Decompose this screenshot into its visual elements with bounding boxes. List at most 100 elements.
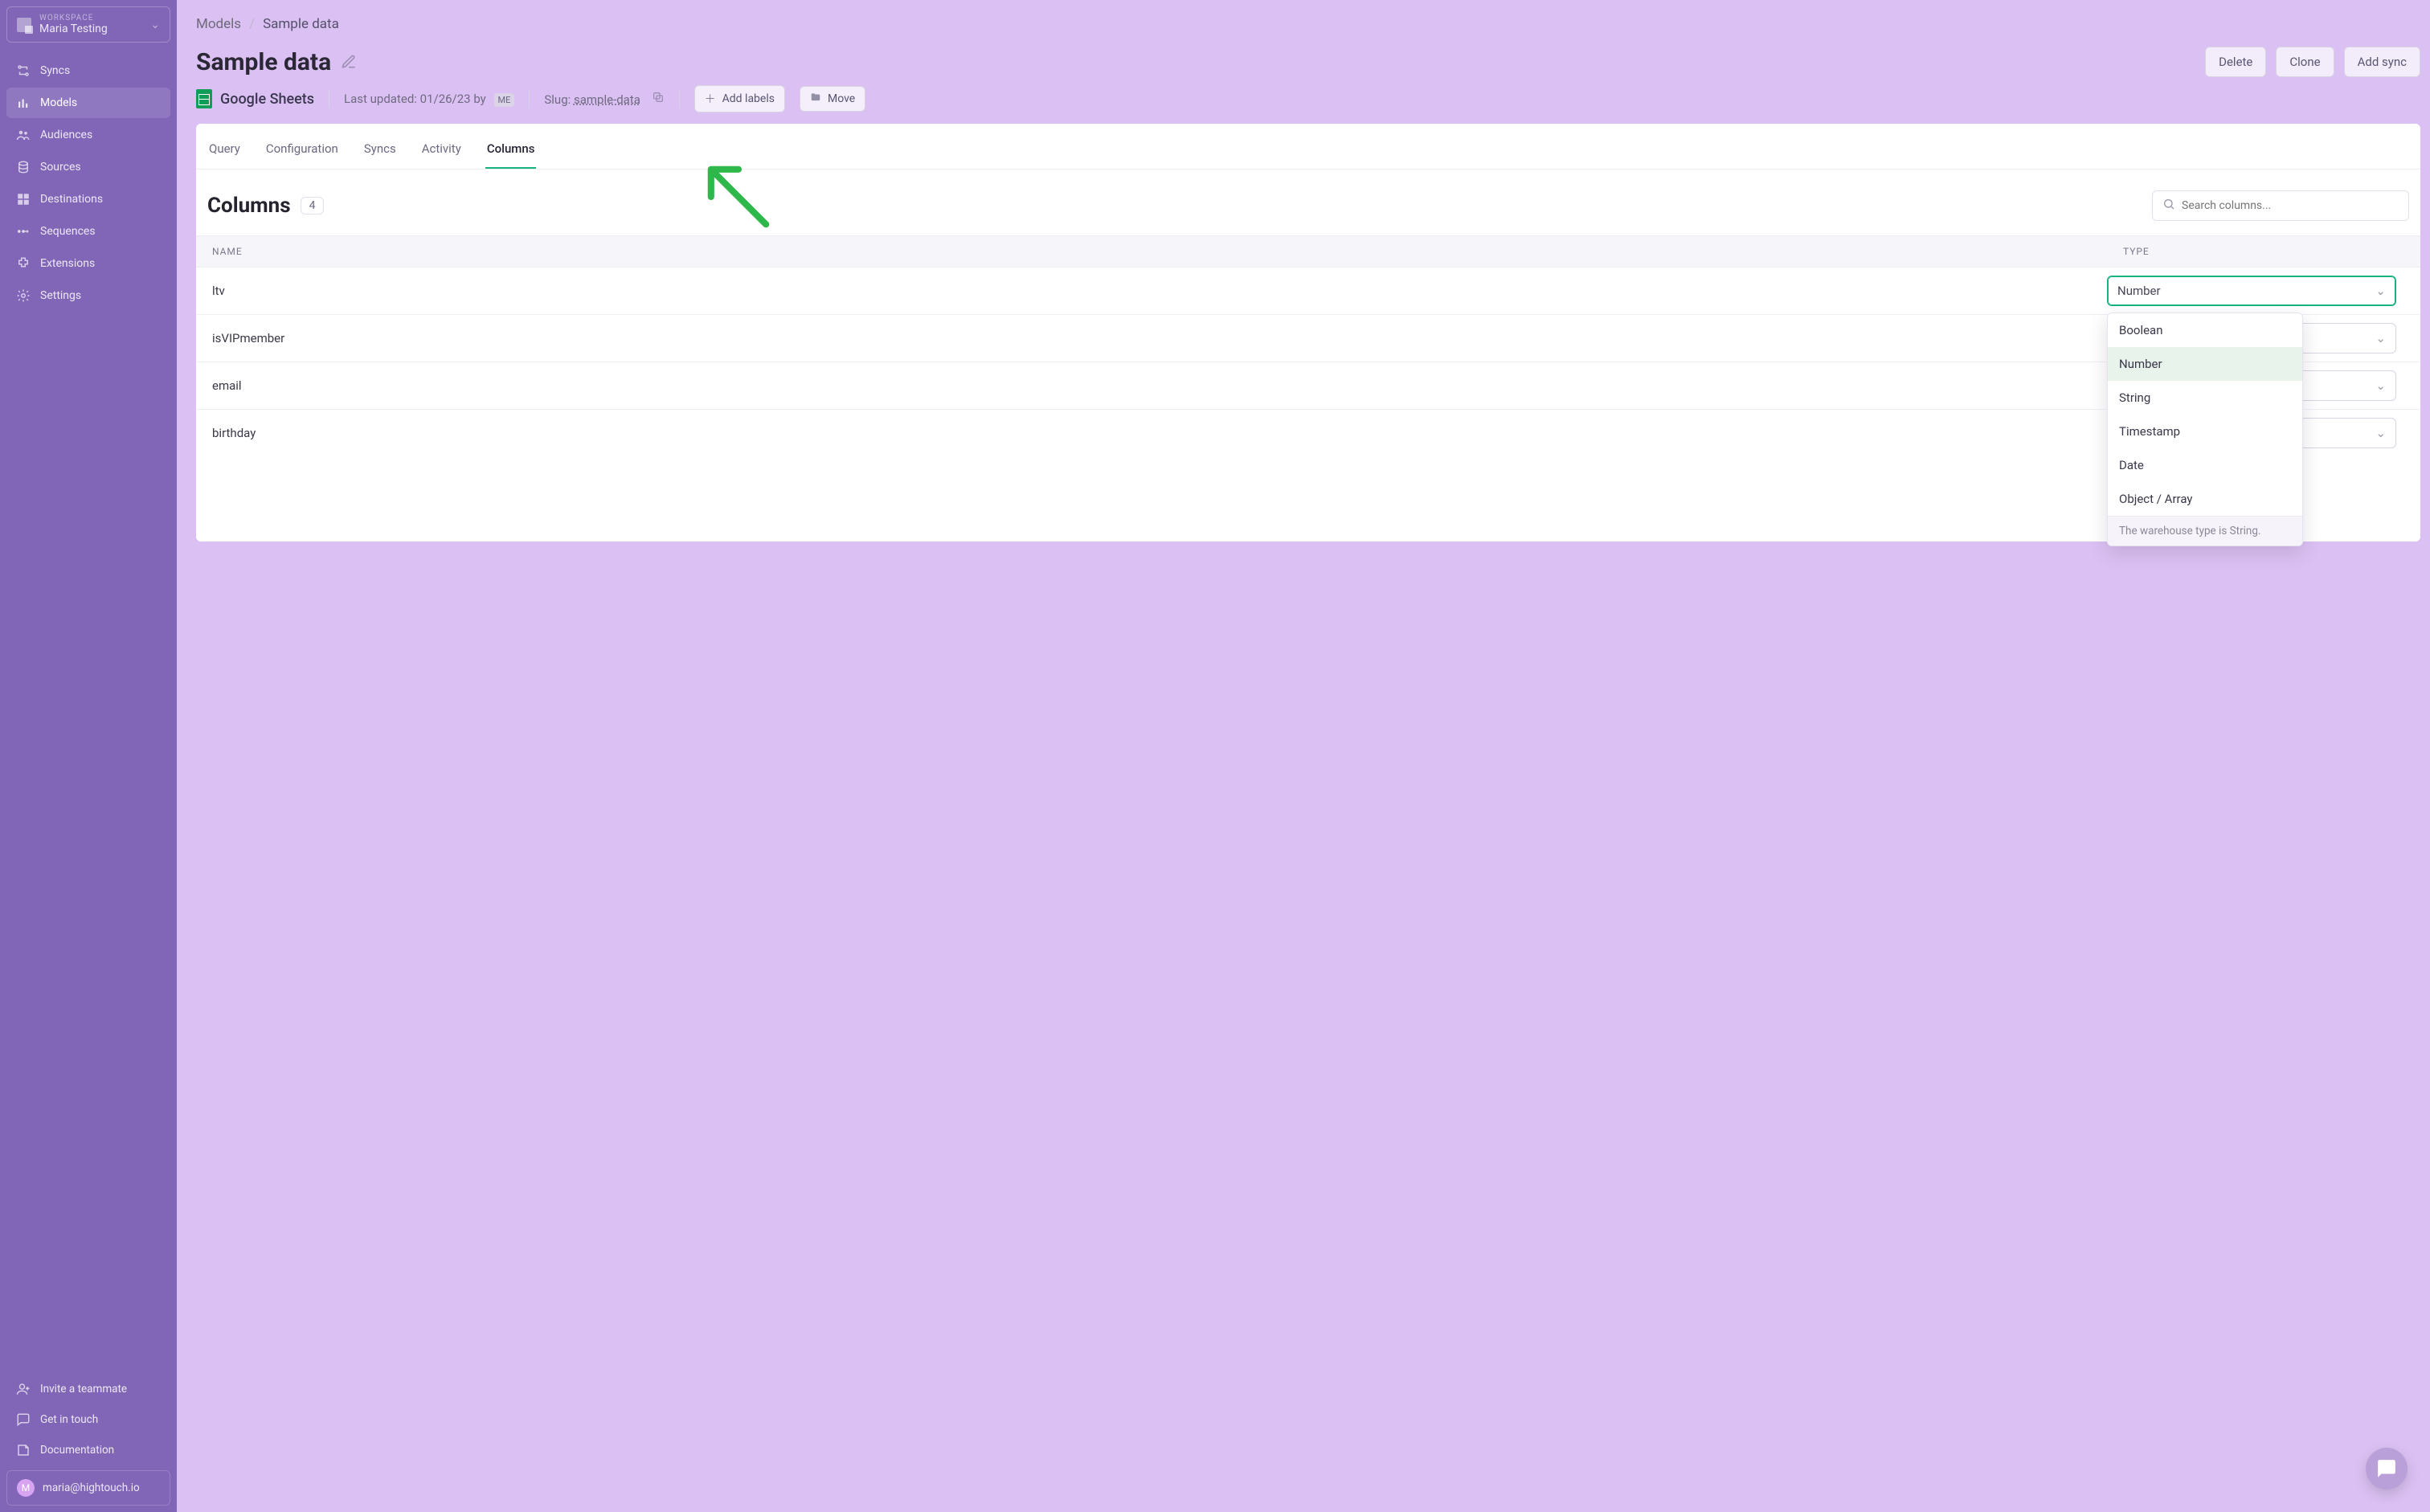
sidebar-documentation[interactable]: Documentation xyxy=(6,1435,170,1465)
sidebar-item-extensions[interactable]: Extensions xyxy=(6,248,170,279)
sidebar-item-models[interactable]: Models xyxy=(6,88,170,118)
sidebar-item-destinations[interactable]: Destinations xyxy=(6,184,170,215)
sidebar-item-settings[interactable]: Settings xyxy=(6,280,170,311)
copy-icon[interactable] xyxy=(652,92,665,107)
help-chat-button[interactable] xyxy=(2366,1448,2408,1490)
table-row: isVIPmember ⌄ xyxy=(196,315,2420,362)
column-name: ltv xyxy=(196,271,2107,311)
move-button[interactable]: Move xyxy=(800,86,865,112)
sidebar-item-label: Syncs xyxy=(40,64,70,77)
sidebar-item-label: Extensions xyxy=(40,257,95,270)
sidebar-item-label: Sequences xyxy=(40,225,96,238)
invite-icon xyxy=(16,1382,31,1396)
type-dropdown-footer: The warehouse type is String. xyxy=(2108,516,2302,546)
sources-icon xyxy=(16,160,31,174)
chat-icon xyxy=(16,1412,31,1427)
columns-search-input[interactable] xyxy=(2182,199,2399,212)
last-updated-prefix: Last updated: xyxy=(344,92,420,106)
page-title: Sample data xyxy=(196,48,331,76)
chevron-down-icon: ⌄ xyxy=(2375,378,2386,393)
destinations-icon xyxy=(16,192,31,206)
model-source[interactable]: Google Sheets xyxy=(196,89,314,108)
google-sheets-icon xyxy=(196,89,212,108)
type-option-number[interactable]: Number xyxy=(2108,347,2302,381)
main: Models / Sample data Sample data Delete … xyxy=(177,0,2430,551)
sidebar-item-label: Get in touch xyxy=(40,1413,98,1426)
type-option-string[interactable]: String xyxy=(2108,381,2302,415)
chevron-down-icon: ⌄ xyxy=(2375,331,2386,345)
workspace-name: Maria Testing xyxy=(39,22,142,35)
columns-heading: Columns xyxy=(207,194,291,218)
columns-search[interactable] xyxy=(2152,190,2409,221)
chevron-down-icon: ⌄ xyxy=(2375,284,2386,298)
workspace-icon xyxy=(17,18,31,32)
type-option-object[interactable]: Object / Array xyxy=(2108,482,2302,516)
divider xyxy=(679,90,680,108)
sidebar-item-label: Destinations xyxy=(40,193,103,206)
content-card: Query Configuration Syncs Activity Colum… xyxy=(196,124,2420,541)
tab-configuration[interactable]: Configuration xyxy=(264,135,340,169)
type-option-date[interactable]: Date xyxy=(2108,448,2302,482)
columns-table: NAME TYPE ltv Number ⌄ isVIPmember xyxy=(196,235,2420,456)
settings-icon xyxy=(16,288,31,303)
sidebar-item-sources[interactable]: Sources xyxy=(6,152,170,182)
divider xyxy=(529,90,530,108)
chevron-down-icon: ⌄ xyxy=(2375,426,2386,440)
sidebar-nav: Syncs Models Audiences Sources Destinati… xyxy=(6,55,170,311)
type-select[interactable]: Number ⌄ xyxy=(2107,276,2396,306)
move-text: Move xyxy=(828,92,855,105)
sidebar-item-label: Settings xyxy=(40,289,81,302)
breadcrumb: Models / Sample data xyxy=(196,10,2420,42)
last-updated-date: 01/26/23 xyxy=(420,92,471,106)
tabs: Query Configuration Syncs Activity Colum… xyxy=(196,124,2420,170)
sidebar-item-label: Models xyxy=(40,96,77,109)
columns-header: Columns 4 xyxy=(196,170,2420,235)
avatar: M xyxy=(17,1479,35,1497)
tab-query[interactable]: Query xyxy=(207,135,242,169)
search-icon xyxy=(2162,198,2175,214)
models-icon xyxy=(16,96,31,110)
syncs-icon xyxy=(16,63,31,78)
column-name: birthday xyxy=(196,413,2107,453)
type-option-timestamp[interactable]: Timestamp xyxy=(2108,415,2302,448)
last-updated-badge: ME xyxy=(494,93,515,107)
sidebar: WORKSPACE Maria Testing ⌄ Syncs Models A… xyxy=(0,0,177,1512)
sidebar-item-label: Sources xyxy=(40,161,81,174)
column-name: isVIPmember xyxy=(196,318,2107,358)
sidebar-item-sequences[interactable]: Sequences xyxy=(6,216,170,247)
tab-syncs[interactable]: Syncs xyxy=(362,135,398,169)
sidebar-item-audiences[interactable]: Audiences xyxy=(6,120,170,150)
type-option-boolean[interactable]: Boolean xyxy=(2108,313,2302,347)
column-name: email xyxy=(196,366,2107,406)
audiences-icon xyxy=(16,128,31,142)
sidebar-item-syncs[interactable]: Syncs xyxy=(6,55,170,86)
meta-row: Google Sheets Last updated: 01/26/23 by … xyxy=(196,85,2420,124)
chevron-down-icon: ⌄ xyxy=(150,18,160,31)
add-sync-button[interactable]: Add sync xyxy=(2344,47,2420,77)
plus-icon: ＋ xyxy=(705,91,716,107)
workspace-labels: WORKSPACE Maria Testing xyxy=(39,14,142,35)
sidebar-item-label: Invite a teammate xyxy=(40,1383,127,1396)
user-row[interactable]: M maria@hightouch.io xyxy=(6,1470,170,1506)
breadcrumb-root[interactable]: Models xyxy=(196,16,241,32)
last-updated: Last updated: 01/26/23 by ME xyxy=(344,92,514,106)
clone-button[interactable]: Clone xyxy=(2276,47,2334,77)
table-header: NAME TYPE xyxy=(196,235,2420,268)
folder-icon xyxy=(810,92,821,106)
edit-title-icon[interactable] xyxy=(341,54,357,70)
model-source-name: Google Sheets xyxy=(220,91,314,108)
sidebar-get-in-touch[interactable]: Get in touch xyxy=(6,1404,170,1435)
sidebar-item-label: Audiences xyxy=(40,129,92,141)
add-labels-button[interactable]: ＋ Add labels xyxy=(694,85,785,112)
slug-value[interactable]: sample-data xyxy=(574,92,640,107)
delete-button[interactable]: Delete xyxy=(2205,47,2266,77)
user-email: maria@hightouch.io xyxy=(43,1481,140,1494)
title-row: Sample data Delete Clone Add sync xyxy=(196,42,2420,85)
sidebar-invite-teammate[interactable]: Invite a teammate xyxy=(6,1374,170,1404)
table-row: birthday ⌄ xyxy=(196,410,2420,456)
tab-columns[interactable]: Columns xyxy=(485,135,537,169)
slug: Slug: sample-data xyxy=(544,91,664,107)
breadcrumb-current: Sample data xyxy=(263,16,339,32)
workspace-picker[interactable]: WORKSPACE Maria Testing ⌄ xyxy=(6,6,170,43)
tab-activity[interactable]: Activity xyxy=(420,135,463,169)
